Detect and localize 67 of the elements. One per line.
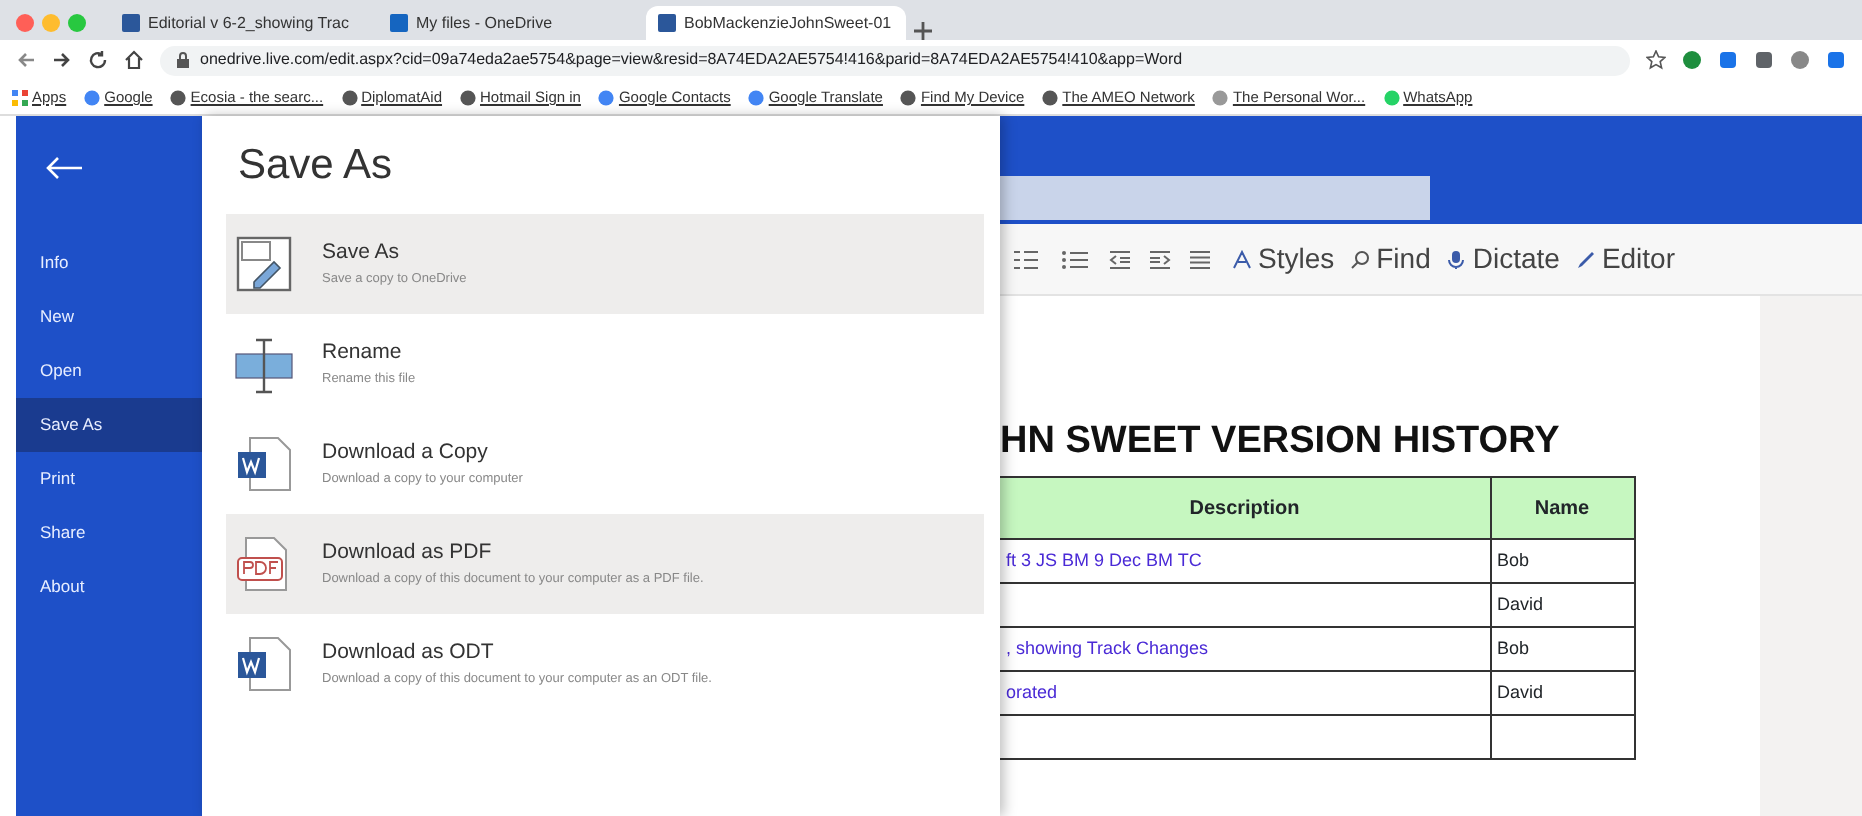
word-document-icon	[234, 634, 294, 695]
microphone-icon	[1446, 249, 1467, 269]
save-drawing-icon	[234, 234, 294, 295]
find-icon	[1350, 249, 1371, 269]
increase-indent-icon[interactable]	[1148, 249, 1172, 269]
browser-tab[interactable]: My files - OneDrive	[378, 6, 638, 40]
toolbar-button[interactable]: Dictate	[1446, 238, 1560, 280]
option-title: Save As	[322, 238, 402, 269]
bookmark-icon	[598, 89, 615, 105]
column-header: Name	[1490, 477, 1634, 539]
toolbar-button[interactable]: Find	[1350, 238, 1431, 280]
bookmark-icon	[460, 89, 477, 105]
home-icon[interactable]	[124, 50, 144, 70]
option-title: Download a Copy	[322, 438, 490, 469]
bookmark-icon	[12, 89, 28, 105]
bookmark-icon	[170, 89, 187, 105]
reload-icon[interactable]	[88, 50, 108, 70]
table-cell: ft 3 JS BM 9 Dec BM TC	[1000, 539, 1490, 583]
browser-tab[interactable]: BobMackenzieJohnSweet-01	[646, 6, 906, 40]
align-icon[interactable]	[1188, 249, 1216, 269]
sidebar-item[interactable]: New	[16, 290, 202, 344]
rename-cursor-icon	[234, 334, 294, 395]
decrease-indent-icon[interactable]	[1108, 249, 1132, 269]
page-icon	[658, 14, 676, 32]
sidebar-item[interactable]: About	[16, 560, 202, 614]
back-arrow-icon[interactable]	[44, 156, 84, 180]
toolbar-button[interactable]: Styles	[1232, 238, 1335, 280]
option-title: Download as ODT	[322, 638, 496, 669]
bookmark-icon	[1212, 89, 1229, 105]
bookmark-icon	[748, 89, 765, 105]
panel-title: Save As	[238, 140, 395, 191]
bookmark-icon	[900, 89, 917, 105]
bookmark-icon	[84, 89, 101, 105]
star-icon[interactable]	[1646, 50, 1666, 70]
back-icon[interactable]	[16, 50, 36, 70]
new-tab-icon[interactable]	[914, 22, 932, 40]
page-icon	[390, 14, 408, 32]
column-header: Description	[1000, 477, 1490, 539]
table-cell: David	[1490, 583, 1634, 627]
numbering-icon[interactable]	[1012, 249, 1044, 269]
table-cell: Bob	[1490, 627, 1634, 671]
browser-tab[interactable]: Editorial v 6-2_showing Trac	[110, 6, 370, 40]
word-document-icon	[234, 434, 294, 495]
search-field[interactable]	[1000, 176, 1430, 220]
page-icon	[122, 14, 140, 32]
option-title: Rename	[322, 338, 404, 369]
forward-icon[interactable]	[52, 50, 72, 70]
toolbar-button[interactable]: Editor	[1575, 238, 1676, 280]
table-cell: Bob	[1490, 539, 1634, 583]
option-title: Download as PDF	[322, 538, 494, 569]
bookmark-icon	[341, 89, 358, 105]
sidebar-item[interactable]: Open	[16, 344, 202, 398]
bookmark-icon	[1042, 89, 1059, 105]
bookmark-icon	[1383, 89, 1400, 105]
pen-icon	[1575, 249, 1596, 269]
table-cell: , showing Track Changes	[1000, 627, 1490, 671]
sidebar-item[interactable]: Share	[16, 506, 202, 560]
sidebar-item[interactable]: Print	[16, 452, 202, 506]
url-field[interactable]: onedrive.live.com/edit.aspx?cid=09a74eda2ae5754&page=view&resid=8A74EDA2AE5754!416&parid=8A74EDA2AE5754!410&app=Word	[160, 45, 1630, 75]
document-heading: HN SWEET VERSION HISTORY	[1000, 420, 1562, 464]
sidebar-item[interactable]: Save As	[16, 398, 202, 452]
sidebar-item[interactable]: Info	[16, 236, 202, 290]
styles-icon	[1232, 249, 1252, 269]
bullets-icon[interactable]	[1060, 249, 1092, 269]
table-cell: orated	[1000, 671, 1490, 715]
lock-icon	[176, 52, 190, 68]
table-cell: David	[1490, 671, 1634, 715]
